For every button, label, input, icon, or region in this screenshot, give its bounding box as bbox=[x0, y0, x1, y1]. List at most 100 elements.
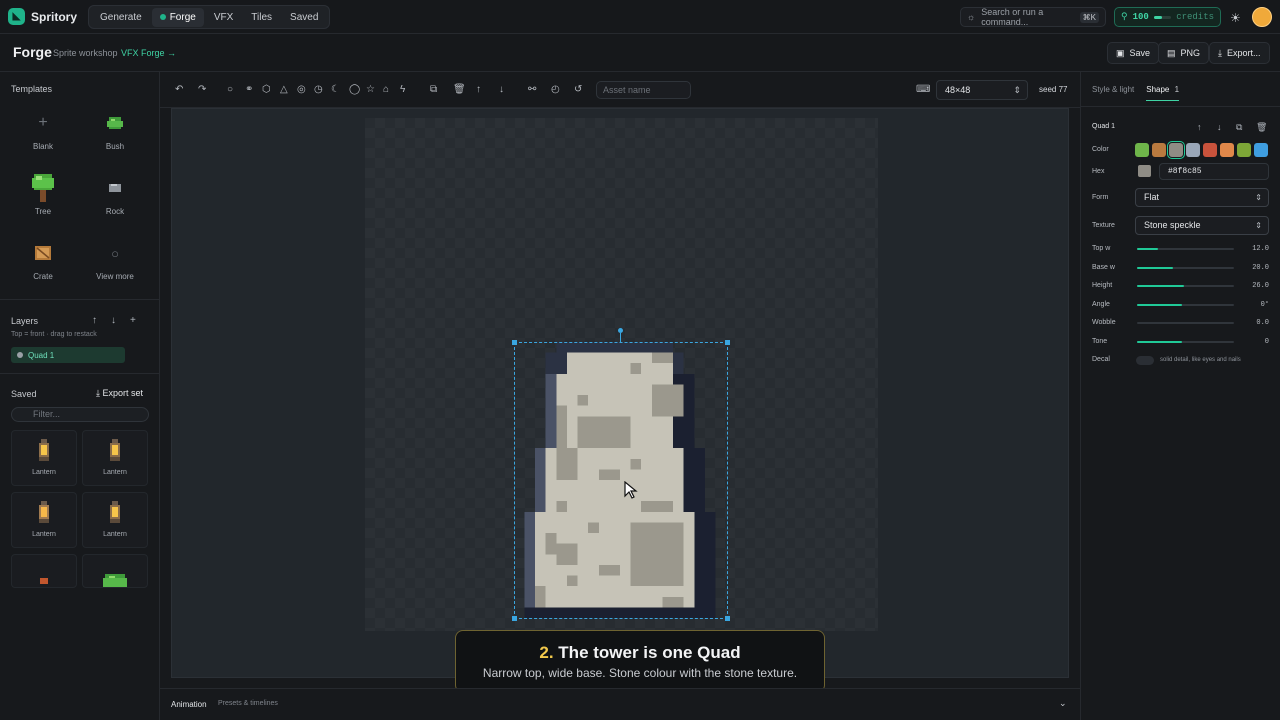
color-swatch[interactable] bbox=[1135, 143, 1149, 157]
credits-badge[interactable]: ⚲ 100 credits bbox=[1114, 7, 1221, 27]
size-value: 48×48 bbox=[945, 85, 971, 95]
tab-tiles[interactable]: Tiles bbox=[243, 8, 280, 27]
cube-tool-icon[interactable]: ⬡ bbox=[262, 84, 271, 95]
saved-item[interactable] bbox=[82, 554, 148, 588]
link-tool-icon[interactable]: ⚭ bbox=[245, 84, 253, 95]
slider-track[interactable] bbox=[1137, 266, 1234, 269]
theme-toggle-sun-icon[interactable]: ☀ bbox=[1230, 11, 1241, 25]
tab-forge[interactable]: Forge bbox=[151, 7, 204, 27]
history-icon[interactable]: ◴ bbox=[551, 84, 560, 95]
selection-box[interactable] bbox=[514, 342, 728, 619]
animation-bar[interactable]: Animation Presets & timelines ⌄ bbox=[160, 688, 1080, 720]
template-blank[interactable]: + Blank bbox=[11, 104, 75, 151]
export-button[interactable]: ⤓ Export... bbox=[1209, 42, 1270, 64]
slider-value: 0 bbox=[1264, 337, 1269, 346]
slider-track[interactable] bbox=[1137, 322, 1234, 324]
saved-item[interactable]: Lantern bbox=[82, 430, 148, 486]
move-down-icon[interactable]: ↓ bbox=[1217, 122, 1222, 132]
slider-label: Wobble bbox=[1092, 319, 1116, 326]
template-bush[interactable]: Bush bbox=[83, 104, 147, 151]
saved-item-label: Lantern bbox=[32, 531, 56, 538]
color-swatch[interactable] bbox=[1167, 141, 1185, 159]
keyboard-icon[interactable]: ⌨ bbox=[916, 84, 930, 95]
moon-tool-icon[interactable]: ☾ bbox=[331, 84, 340, 95]
color-swatch[interactable] bbox=[1254, 143, 1268, 157]
duplicate-icon[interactable]: ⧉ bbox=[1236, 122, 1242, 133]
color-swatch[interactable] bbox=[1220, 143, 1234, 157]
slider-fill bbox=[1137, 266, 1173, 269]
slider-value: 26.0 bbox=[1252, 282, 1269, 290]
chevron-down-icon[interactable]: ⌄ bbox=[1059, 698, 1067, 709]
reset-icon[interactable]: ↺ bbox=[574, 84, 582, 95]
texture-select[interactable]: Stone speckle ⇕ bbox=[1135, 216, 1269, 235]
slider-track[interactable] bbox=[1137, 248, 1234, 250]
star-tool-icon[interactable]: ☆ bbox=[366, 84, 375, 95]
divider bbox=[0, 299, 159, 300]
share-icon[interactable]: ⚯ bbox=[528, 84, 536, 95]
bring-forward-icon[interactable]: ↑ bbox=[476, 84, 481, 95]
asset-name-input[interactable]: Asset name bbox=[596, 81, 691, 99]
duplicate-icon[interactable]: ⧉ bbox=[430, 84, 437, 95]
color-swatch[interactable] bbox=[1152, 143, 1166, 157]
triangle-tool-icon[interactable]: △ bbox=[280, 84, 288, 95]
saved-item[interactable]: Lantern bbox=[82, 492, 148, 548]
ellipse-tool-icon[interactable]: ◯ bbox=[349, 84, 360, 95]
form-select[interactable]: Flat ⇕ bbox=[1135, 188, 1269, 207]
vfx-forge-link[interactable]: VFX Forge → bbox=[121, 48, 176, 58]
tab-style-light[interactable]: Style & light bbox=[1092, 85, 1134, 101]
avatar[interactable] bbox=[1252, 7, 1272, 27]
template-view-more[interactable]: ○ View more bbox=[83, 234, 147, 282]
app-logo[interactable]: ◣ Spritory bbox=[8, 8, 77, 25]
rotate-handle[interactable] bbox=[618, 328, 623, 333]
canvas-area[interactable] bbox=[171, 108, 1069, 678]
canvas-size-select[interactable]: 48×48 ⇕ bbox=[936, 80, 1028, 100]
trash-icon[interactable]: 🗑 bbox=[453, 84, 466, 95]
search-icon: ○ bbox=[111, 245, 119, 261]
save-button[interactable]: ▣ Save bbox=[1107, 42, 1160, 64]
saved-item[interactable]: Lantern bbox=[11, 492, 77, 548]
png-button[interactable]: ▤ PNG bbox=[1158, 42, 1210, 64]
template-crate[interactable]: Crate bbox=[11, 234, 75, 281]
command-search[interactable]: ☼ Search or run a command... ⌘K bbox=[960, 7, 1106, 27]
layer-item[interactable]: Quad 1 bbox=[11, 347, 125, 363]
resize-handle-nw[interactable] bbox=[512, 340, 517, 345]
target-tool-icon[interactable]: ◎ bbox=[297, 84, 306, 95]
move-up-icon[interactable]: ↑ bbox=[1197, 122, 1202, 132]
template-rock[interactable]: Rock bbox=[83, 169, 147, 216]
send-backward-icon[interactable]: ↓ bbox=[499, 84, 504, 95]
redo-icon[interactable]: ↷ bbox=[198, 84, 206, 95]
resize-handle-ne[interactable] bbox=[725, 340, 730, 345]
export-set-button[interactable]: ⤓ Export set bbox=[96, 388, 143, 399]
seed-label[interactable]: seed 77 bbox=[1039, 85, 1067, 94]
tab-shape[interactable]: Shape 1 bbox=[1146, 85, 1180, 101]
template-tree[interactable]: Tree bbox=[11, 169, 75, 216]
bolt-tool-icon[interactable]: ϟ bbox=[400, 84, 405, 95]
color-swatch[interactable] bbox=[1237, 143, 1251, 157]
slider-track[interactable] bbox=[1137, 285, 1234, 287]
trash-icon[interactable]: 🗑 bbox=[1256, 122, 1267, 133]
texture-value: Stone speckle bbox=[1144, 220, 1201, 230]
resize-handle-sw[interactable] bbox=[512, 616, 517, 621]
saved-item[interactable] bbox=[11, 554, 77, 588]
add-layer-icon[interactable]: + bbox=[130, 315, 136, 326]
color-swatch[interactable] bbox=[1186, 143, 1200, 157]
caption-heading: The tower is one Quad bbox=[558, 643, 741, 662]
saved-item[interactable]: Lantern bbox=[11, 430, 77, 486]
bell-tool-icon[interactable]: ⌂ bbox=[383, 84, 389, 95]
clock-tool-icon[interactable]: ◷ bbox=[314, 84, 323, 95]
tab-saved[interactable]: Saved bbox=[282, 8, 326, 27]
undo-icon[interactable]: ↶ bbox=[175, 84, 183, 95]
slider-track[interactable] bbox=[1137, 303, 1234, 306]
decal-toggle[interactable] bbox=[1136, 356, 1154, 365]
slider-track[interactable] bbox=[1137, 340, 1234, 343]
resize-handle-se[interactable] bbox=[725, 616, 730, 621]
tab-vfx[interactable]: VFX bbox=[206, 8, 241, 27]
color-swatch[interactable] bbox=[1203, 143, 1217, 157]
move-up-icon[interactable]: ↑ bbox=[92, 315, 97, 326]
tab-generate[interactable]: Generate bbox=[92, 8, 150, 27]
hex-input[interactable]: #8f8c85 bbox=[1159, 163, 1269, 180]
move-down-icon[interactable]: ↓ bbox=[111, 315, 116, 326]
circle-tool-icon[interactable]: ○ bbox=[227, 84, 233, 95]
saved-filter-input[interactable]: Filter... bbox=[11, 407, 149, 422]
slider-value: 0.0 bbox=[1256, 319, 1269, 327]
